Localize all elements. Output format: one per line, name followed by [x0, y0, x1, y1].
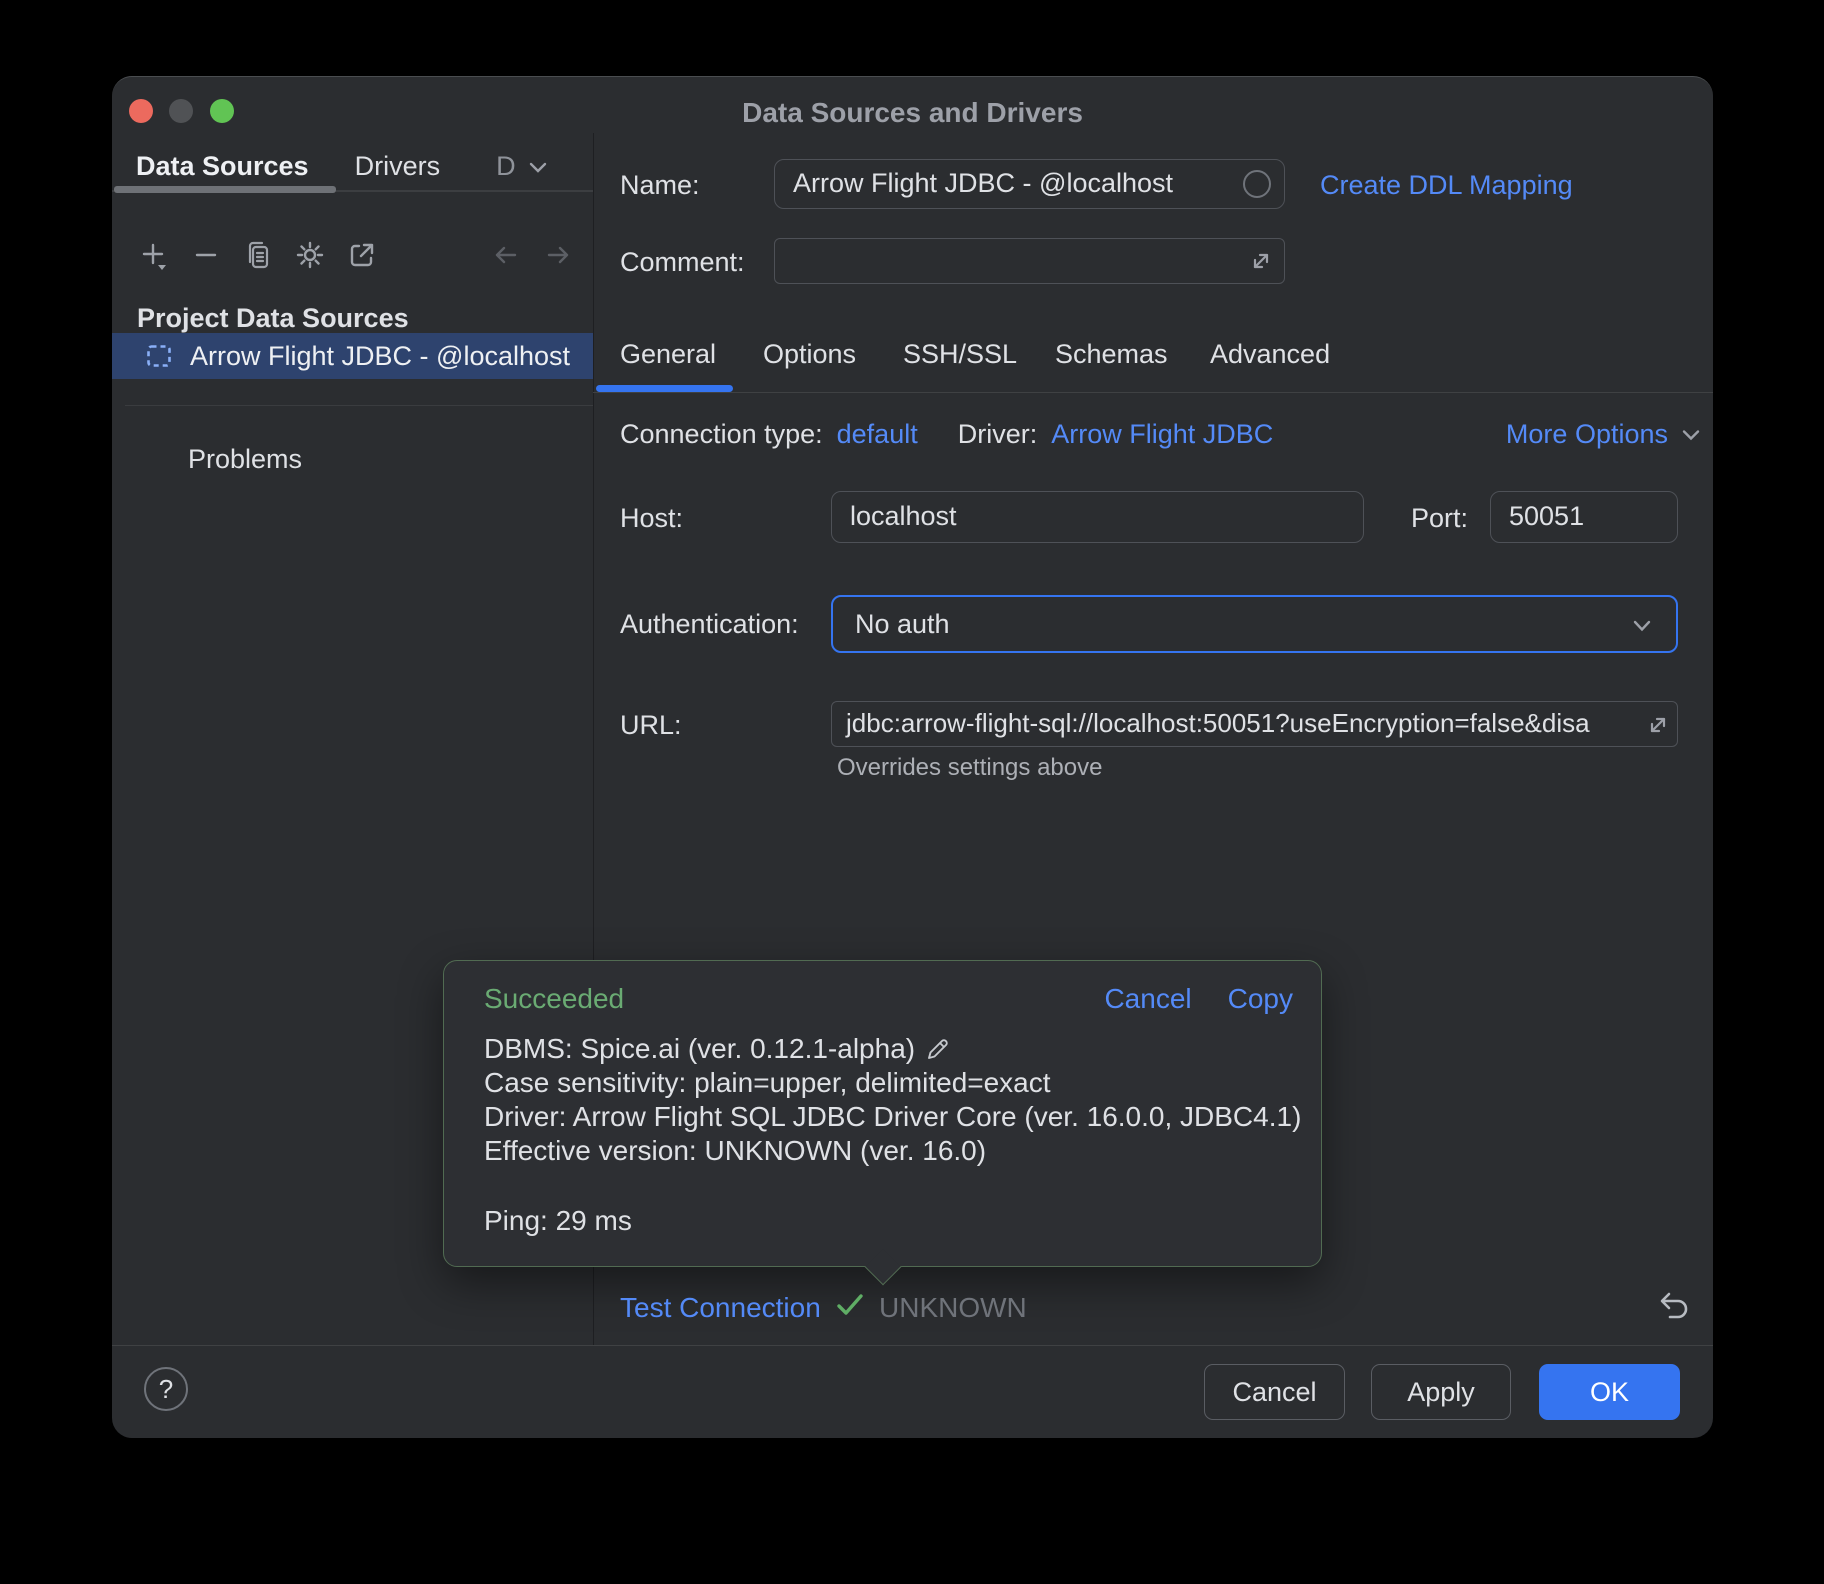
data-source-list-item-selected[interactable]: Arrow Flight JDBC - @localhost: [112, 333, 593, 379]
revert-icon[interactable]: [1653, 1288, 1691, 1326]
popup-cancel-link[interactable]: Cancel: [1104, 983, 1191, 1015]
plus-icon: [138, 239, 170, 271]
popup-copy-link[interactable]: Copy: [1228, 983, 1293, 1015]
case-sensitivity-line: Case sensitivity: plain=upper, delimited…: [484, 1066, 1305, 1100]
tab-general[interactable]: General: [620, 339, 716, 370]
url-hint: Overrides settings above: [837, 754, 1102, 782]
name-label: Name:: [620, 170, 700, 201]
connection-type-label: Connection type:: [620, 419, 823, 450]
ok-button[interactable]: OK: [1539, 1364, 1680, 1420]
active-tab-indicator: [596, 385, 733, 392]
authentication-label: Authentication:: [620, 609, 799, 640]
url-value: jdbc:arrow-flight-sql://localhost:50051?…: [832, 702, 1677, 745]
ping-line: Ping: 29 ms: [484, 1205, 632, 1237]
tab-ssh-ssl[interactable]: SSH/SSL: [903, 339, 1017, 370]
remove-data-source-button[interactable]: [190, 239, 222, 271]
host-label: Host:: [620, 503, 683, 534]
dbms-line: DBMS: Spice.ai (ver. 0.12.1-alpha): [484, 1032, 1305, 1066]
authentication-value: No auth: [855, 609, 950, 640]
port-label: Port:: [1411, 503, 1468, 534]
driver-label: Driver:: [958, 419, 1038, 450]
test-connection-result-popup: Succeeded Cancel Copy DBMS: Spice.ai (ve…: [443, 960, 1322, 1267]
sidebar-history-nav: [490, 239, 574, 271]
window-title: Data Sources and Drivers: [112, 97, 1713, 129]
connection-status-text: UNKNOWN: [879, 1292, 1027, 1324]
footer-divider: [112, 1345, 1713, 1346]
chevron-down-icon: [528, 160, 548, 174]
active-tab-indicator: [114, 186, 336, 193]
arrow-right-icon: [542, 239, 574, 271]
sidebar-toolbar: [138, 239, 378, 271]
test-connection-link[interactable]: Test Connection: [620, 1292, 821, 1324]
data-source-icon: [145, 342, 173, 370]
tab-advanced[interactable]: Advanced: [1210, 339, 1330, 370]
project-data-sources-header: Project Data Sources: [137, 303, 409, 334]
data-sources-dialog: Data Sources and Drivers Data Sources Dr…: [112, 76, 1713, 1438]
expand-icon[interactable]: [1246, 246, 1276, 276]
driver-line: Driver: Arrow Flight SQL JDBC Driver Cor…: [484, 1100, 1305, 1134]
data-source-properties-button[interactable]: [294, 239, 326, 271]
arrow-left-icon: [490, 239, 522, 271]
url-label: URL:: [620, 710, 682, 741]
comment-input[interactable]: [774, 238, 1285, 284]
chevron-down-icon: [1680, 428, 1702, 442]
name-value: Arrow Flight JDBC - @localhost: [775, 160, 1284, 207]
create-ddl-mapping-link[interactable]: Create DDL Mapping: [1320, 170, 1573, 201]
driver-value-link[interactable]: Arrow Flight JDBC: [1051, 419, 1273, 450]
edit-pencil-icon[interactable]: [925, 1036, 951, 1062]
host-value: localhost: [832, 492, 1363, 541]
effective-version-line: Effective version: UNKNOWN (ver. 16.0): [484, 1134, 1305, 1168]
sidebar-divider: [125, 405, 593, 406]
problems-link[interactable]: Problems: [188, 444, 302, 475]
cancel-button[interactable]: Cancel: [1204, 1364, 1345, 1420]
apply-button[interactable]: Apply: [1371, 1364, 1511, 1420]
add-data-source-button[interactable]: [138, 239, 170, 271]
tab-data-sources[interactable]: Data Sources: [136, 151, 309, 182]
copy-icon: [242, 239, 274, 271]
back-button[interactable]: [490, 239, 522, 271]
forward-button[interactable]: [542, 239, 574, 271]
name-input[interactable]: Arrow Flight JDBC - @localhost: [774, 159, 1285, 209]
authentication-select[interactable]: No auth: [831, 595, 1678, 653]
tab-ddl-truncated[interactable]: D: [496, 151, 548, 182]
host-input[interactable]: localhost: [831, 491, 1364, 543]
sidebar-tab-strip: Data Sources Drivers D: [136, 151, 548, 182]
status-badge: Succeeded: [484, 983, 624, 1015]
url-input[interactable]: jdbc:arrow-flight-sql://localhost:50051?…: [831, 701, 1678, 747]
tab-options[interactable]: Options: [763, 339, 856, 370]
port-input[interactable]: 50051: [1490, 491, 1678, 543]
tabs-divider: [593, 392, 1713, 393]
more-options-link[interactable]: More Options: [1506, 419, 1702, 450]
connection-details: DBMS: Spice.ai (ver. 0.12.1-alpha) Case …: [484, 1032, 1305, 1168]
chevron-down-icon: [1630, 618, 1654, 634]
duplicate-data-source-button[interactable]: [242, 239, 274, 271]
gear-icon: [294, 239, 326, 271]
port-value: 50051: [1491, 492, 1677, 541]
success-check-icon: [834, 1289, 866, 1321]
external-link-icon: [346, 239, 378, 271]
connection-type-value-link[interactable]: default: [837, 419, 918, 450]
desktop: { "window": { "title": "Data Sources and…: [0, 0, 1824, 1584]
help-button[interactable]: ?: [144, 1367, 188, 1411]
status-circle-icon: [1243, 170, 1271, 198]
popup-tail: [865, 1249, 902, 1286]
open-in-new-window-button[interactable]: [346, 239, 378, 271]
comment-label: Comment:: [620, 247, 745, 278]
data-source-label: Arrow Flight JDBC - @localhost: [190, 341, 570, 372]
connection-type-row: Connection type: default Driver: Arrow F…: [620, 419, 1273, 450]
tab-drivers[interactable]: Drivers: [355, 151, 441, 182]
expand-icon[interactable]: [1643, 710, 1673, 740]
tab-schemas[interactable]: Schemas: [1055, 339, 1168, 370]
minus-icon: [190, 239, 222, 271]
